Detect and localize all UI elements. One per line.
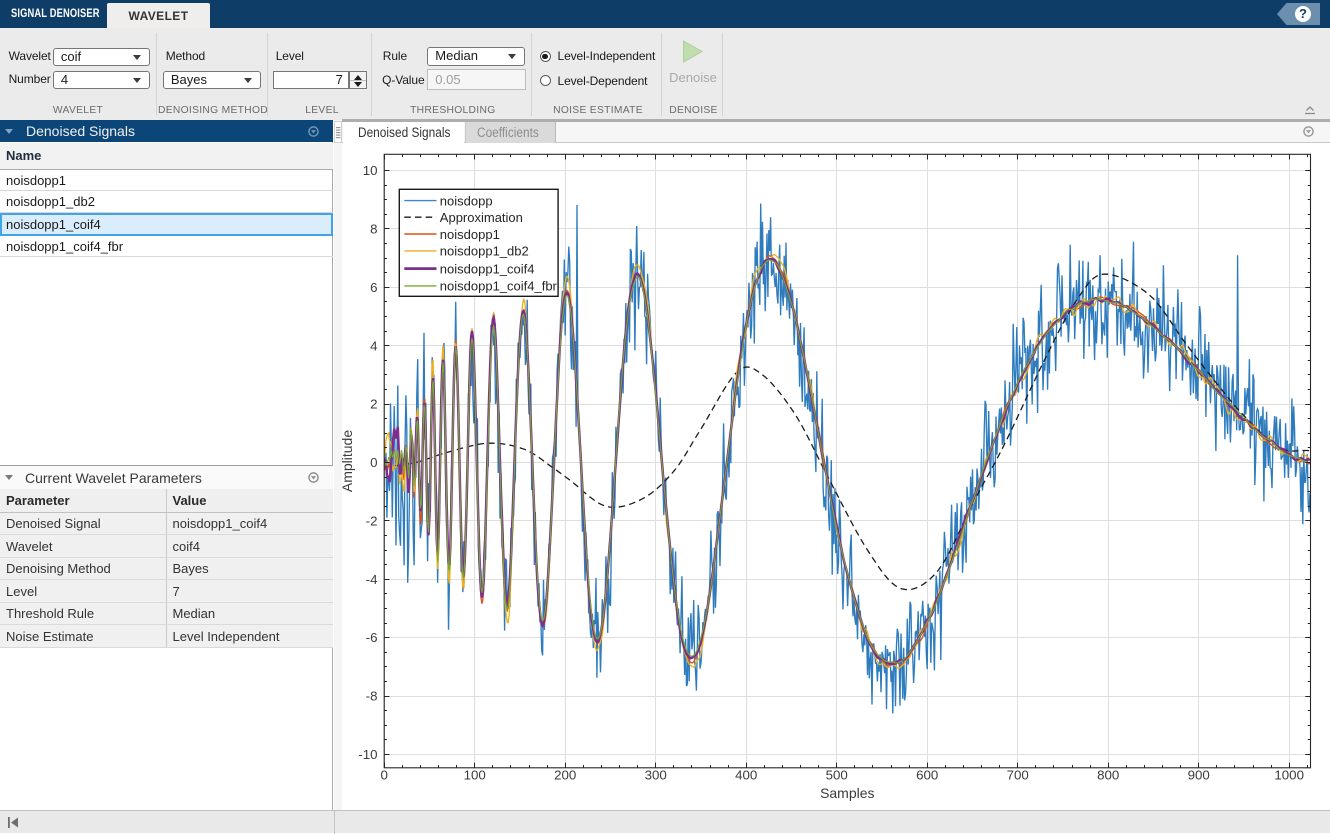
svg-text:1000: 1000 xyxy=(1274,768,1304,783)
svg-text:0: 0 xyxy=(380,768,387,783)
svg-text:8: 8 xyxy=(370,222,377,237)
svg-text:10: 10 xyxy=(363,163,378,178)
svg-text:noisdopp: noisdopp xyxy=(440,193,493,208)
svg-text:-2: -2 xyxy=(366,513,378,528)
svg-text:0: 0 xyxy=(370,455,377,470)
svg-text:Amplitude: Amplitude xyxy=(339,430,355,492)
svg-text:600: 600 xyxy=(916,768,938,783)
svg-text:-10: -10 xyxy=(358,747,377,762)
svg-text:400: 400 xyxy=(735,768,757,783)
svg-text:800: 800 xyxy=(1097,768,1119,783)
svg-text:6: 6 xyxy=(370,280,377,295)
svg-text:2: 2 xyxy=(370,397,377,412)
svg-text:700: 700 xyxy=(1007,768,1029,783)
svg-text:noisdopp1_db2: noisdopp1_db2 xyxy=(440,244,529,259)
svg-text:100: 100 xyxy=(464,768,486,783)
svg-text:300: 300 xyxy=(645,768,667,783)
svg-text:500: 500 xyxy=(826,768,848,783)
svg-text:Samples: Samples xyxy=(820,785,874,801)
svg-text:noisdopp1_coif4_fbr: noisdopp1_coif4_fbr xyxy=(440,279,558,294)
svg-text:200: 200 xyxy=(554,768,576,783)
svg-text:noisdopp1_coif4: noisdopp1_coif4 xyxy=(440,261,535,276)
svg-text:4: 4 xyxy=(370,338,377,353)
svg-text:900: 900 xyxy=(1188,768,1210,783)
svg-text:-8: -8 xyxy=(366,689,378,704)
svg-text:noisdopp1: noisdopp1 xyxy=(440,227,500,242)
svg-text:Approximation: Approximation xyxy=(440,210,523,225)
svg-text:-4: -4 xyxy=(366,572,378,587)
svg-text:-6: -6 xyxy=(366,630,378,645)
